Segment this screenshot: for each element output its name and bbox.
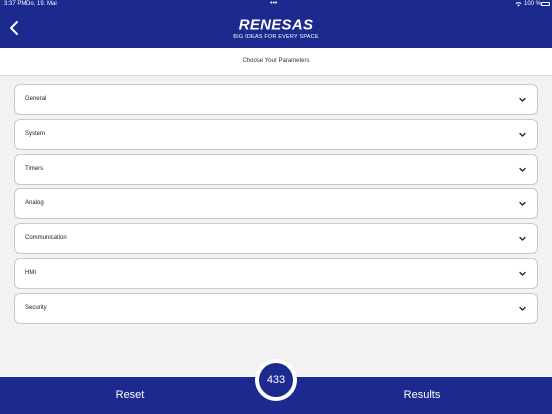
chevron-down-icon bbox=[519, 202, 526, 207]
chevron-down-icon bbox=[519, 306, 526, 311]
chevron-left-icon bbox=[10, 21, 18, 35]
renesas-logo: RENESAS bbox=[239, 17, 314, 33]
status-time: 3:37 PM bbox=[4, 1, 27, 7]
accordion-label: HMI bbox=[25, 269, 36, 276]
accordion-label: Analog bbox=[25, 200, 44, 207]
accordion-system[interactable]: System bbox=[14, 118, 538, 150]
accordion-communication[interactable]: Communication bbox=[14, 223, 538, 255]
logo-tagline: BIG IDEAS FOR EVERY SPACE bbox=[233, 34, 319, 40]
accordion-hmi[interactable]: HMI bbox=[14, 257, 538, 289]
results-button[interactable]: Results bbox=[322, 377, 522, 414]
status-date: Do. 19. Mai bbox=[26, 1, 57, 7]
accordion-label: System bbox=[25, 130, 46, 137]
accordion-label: Timers bbox=[25, 165, 44, 172]
chevron-down-icon bbox=[519, 97, 526, 102]
battery-icon bbox=[541, 2, 550, 6]
subheader: Choose Your Parameters bbox=[0, 48, 552, 76]
accordion-general[interactable]: General bbox=[14, 84, 538, 115]
accordion-analog[interactable]: Analog bbox=[14, 188, 538, 220]
accordion-label: Security bbox=[25, 304, 47, 311]
accordion-label: Communication bbox=[25, 235, 67, 242]
back-button[interactable] bbox=[6, 18, 24, 38]
result-count-badge: 433 bbox=[259, 363, 293, 397]
accordion-timers[interactable]: Timers bbox=[14, 153, 538, 185]
page-title: Choose Your Parameters bbox=[242, 58, 310, 64]
app-header: 3:37 PM Do. 19. Mai ••• 100 % RENESAS BI… bbox=[0, 0, 552, 48]
accordion-security[interactable]: Security bbox=[14, 292, 538, 324]
accordion-label: General bbox=[25, 96, 47, 102]
parameter-list: General System Timers Analog Communicati… bbox=[14, 84, 538, 328]
chevron-down-icon bbox=[519, 237, 526, 241]
chevron-down-icon bbox=[519, 132, 526, 137]
wifi-icon bbox=[515, 2, 522, 7]
chevron-down-icon bbox=[519, 271, 526, 276]
svg-text:RENESAS: RENESAS bbox=[239, 17, 314, 33]
multitasking-dots[interactable]: ••• bbox=[270, 0, 277, 7]
reset-button[interactable]: Reset bbox=[30, 377, 230, 414]
battery-percent: 100 % bbox=[524, 1, 542, 7]
chevron-down-icon bbox=[519, 167, 526, 172]
